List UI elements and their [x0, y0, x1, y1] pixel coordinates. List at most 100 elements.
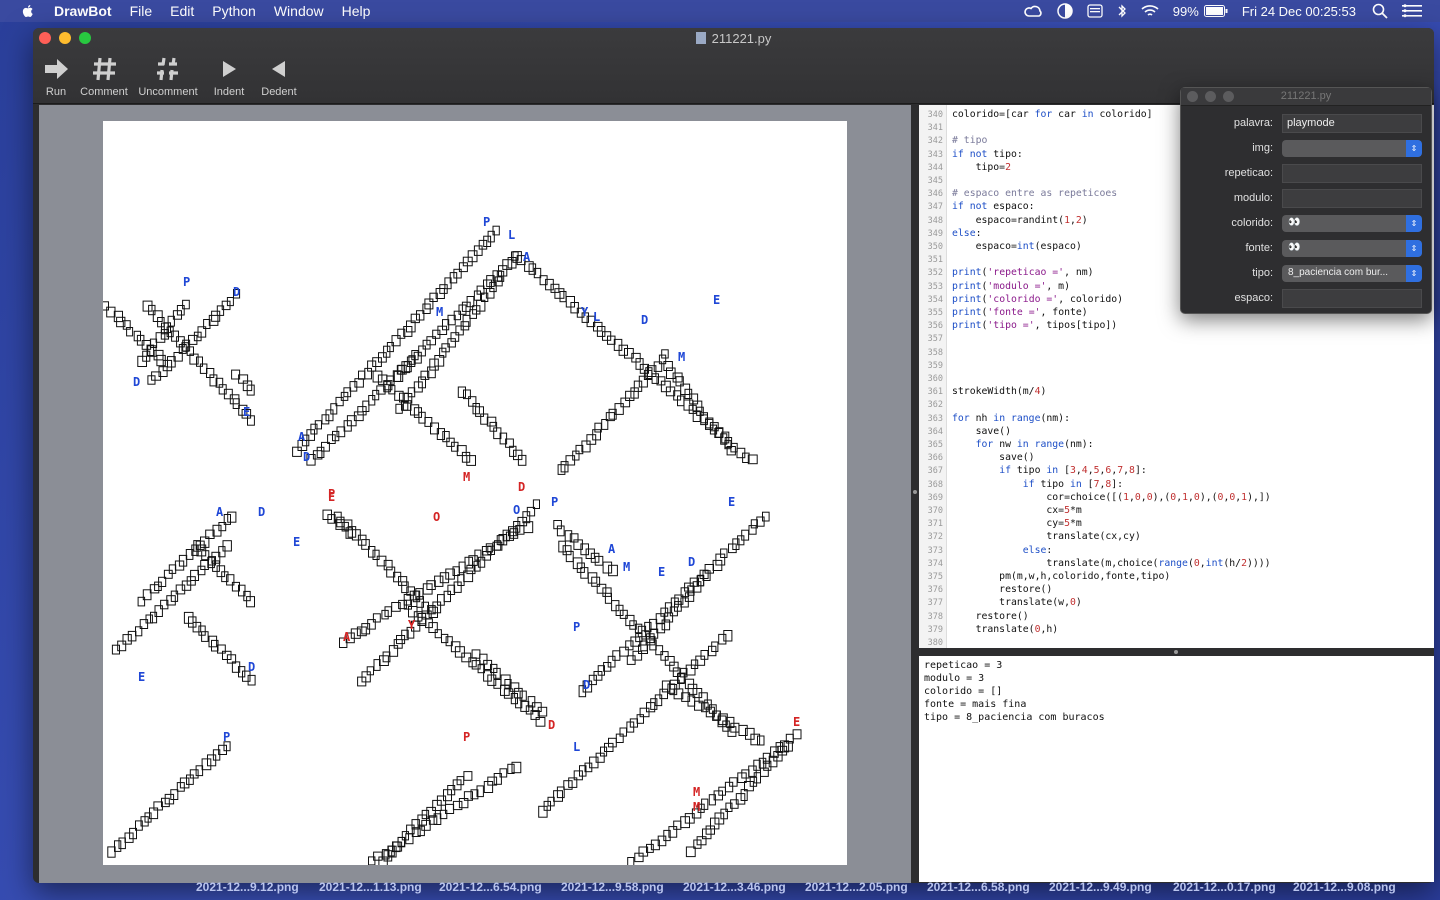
line-number: 358: [927, 347, 943, 358]
code-line[interactable]: 379 translate(0,h): [919, 623, 1434, 636]
uncomment-button[interactable]: Uncomment: [135, 52, 201, 98]
glyph-outline: [196, 356, 203, 367]
glyph-outline: [357, 406, 367, 416]
code-line[interactable]: 371 cy=5*m: [919, 517, 1434, 530]
code-line[interactable]: 376 restore(): [919, 583, 1434, 596]
artwork-letter: P: [483, 215, 490, 229]
horizontal-splitter[interactable]: [919, 648, 1434, 656]
code-line[interactable]: 366 save(): [919, 451, 1434, 464]
code-line[interactable]: 365 for nw in range(nm):: [919, 438, 1434, 451]
code-text: print('tipo =', tipos[tipo]): [952, 320, 1118, 332]
glyph-outline: [748, 525, 757, 535]
glyph-outline: [456, 776, 465, 786]
code-line[interactable]: 367 if tipo in [3,4,5,6,7,8]:: [919, 464, 1434, 477]
glyph-outline: [127, 630, 137, 642]
drawing-canvas[interactable]: PLAYMOPPDDEEEEEADELADMADPDMPDDLPAYMODDPE…: [103, 121, 847, 865]
img-popup[interactable]: ⇕: [1282, 140, 1422, 157]
dedent-button[interactable]: Dedent: [257, 52, 301, 98]
code-line[interactable]: 368 if tipo in [7,8]:: [919, 478, 1434, 491]
glyph-outline: [325, 409, 334, 422]
desktop-file-label[interactable]: 2021-12...9.58.png: [561, 880, 664, 894]
panel-label: palavra:: [1233, 117, 1273, 129]
code-line[interactable]: 362: [919, 398, 1434, 411]
line-number: 378: [927, 611, 943, 622]
code-line[interactable]: 370 cx=5*m: [919, 504, 1434, 517]
tipo-popup[interactable]: 8_paciencia com bur... ⇕: [1282, 265, 1422, 282]
code-line[interactable]: 372 translate(cx,cy): [919, 530, 1434, 543]
comment-button[interactable]: Comment: [77, 52, 131, 98]
glyph-outline: [321, 414, 330, 425]
preview-pane[interactable]: PLAYMOPPDDEEEEEADELADMADPDMPDDLPAYMODDPE…: [39, 105, 911, 883]
code-line[interactable]: 375 pm(m,w,h,colorido,fonte,tipo): [919, 570, 1434, 583]
menu-help[interactable]: Help: [342, 3, 371, 19]
desktop-file-label[interactable]: 2021-12...9.12.png: [196, 880, 299, 894]
wifi-icon[interactable]: [1141, 4, 1159, 18]
code-line[interactable]: 363 for nh in range(nm):: [919, 412, 1434, 425]
code-line[interactable]: 377 translate(w,0): [919, 596, 1434, 609]
fonte-popup[interactable]: 👀 ⇕: [1282, 240, 1422, 257]
code-line[interactable]: 378 restore(): [919, 610, 1434, 623]
code-line[interactable]: 373 else:: [919, 544, 1434, 557]
bluetooth-icon[interactable]: [1117, 3, 1127, 19]
menu-app-name[interactable]: DrawBot: [54, 3, 112, 19]
code-line[interactable]: 359: [919, 359, 1434, 372]
desktop-file-label[interactable]: 2021-12...2.05.png: [805, 880, 908, 894]
desktop-file-label[interactable]: 2021-12...9.49.png: [1049, 880, 1152, 894]
apple-icon[interactable]: [20, 3, 36, 19]
glyph-outline: [760, 767, 769, 777]
code-line[interactable]: 360: [919, 372, 1434, 385]
splitter-handle: [913, 490, 917, 494]
glyph-outline: [201, 758, 212, 771]
glyph-outline: [658, 354, 667, 365]
code-line[interactable]: 380: [919, 636, 1434, 648]
line-number: 363: [927, 413, 943, 424]
desktop-file-label[interactable]: 2021-12...1.13.png: [319, 880, 422, 894]
control-center-icon[interactable]: [1402, 4, 1422, 18]
clock[interactable]: Fri 24 Dec 00:25:53: [1242, 4, 1356, 19]
run-button[interactable]: Run: [39, 52, 73, 98]
colorido-popup[interactable]: 👀 ⇕: [1282, 215, 1422, 232]
creative-cloud-icon[interactable]: [1023, 4, 1043, 18]
code-line[interactable]: 361 strokeWidth(m/4): [919, 385, 1434, 398]
input-source-icon[interactable]: [1087, 4, 1103, 18]
artwork-letter: L: [573, 740, 580, 754]
desktop-file-label[interactable]: 2021-12...6.54.png: [439, 880, 542, 894]
menu-file[interactable]: File: [130, 3, 153, 19]
palavra-field[interactable]: playmode: [1282, 114, 1422, 133]
code-line[interactable]: 358: [919, 346, 1434, 359]
glyph-outline: [388, 645, 399, 657]
glyph-outline: [792, 729, 802, 740]
dark-mode-icon[interactable]: [1057, 3, 1073, 19]
espaco-field[interactable]: [1282, 289, 1422, 308]
desktop-file-label[interactable]: 2021-12...6.58.png: [927, 880, 1030, 894]
glyph-outline: [364, 367, 372, 380]
code-line[interactable]: 356 print('tipo =', tipos[tipo]): [919, 319, 1434, 332]
menu-window[interactable]: Window: [274, 3, 324, 19]
desktop-file-label[interactable]: 2021-12...9.08.png: [1293, 880, 1396, 894]
vertical-splitter[interactable]: [911, 105, 919, 883]
line-number: 352: [927, 268, 943, 279]
repeticao-field[interactable]: [1282, 164, 1422, 183]
battery-icon[interactable]: [1203, 5, 1228, 17]
output-console[interactable]: repeticao = 3 modulo = 3 colorido = [] f…: [919, 656, 1434, 882]
modulo-field[interactable]: [1282, 189, 1422, 208]
spotlight-search-icon[interactable]: [1372, 3, 1388, 19]
glyph-outline: [117, 640, 127, 652]
code-line[interactable]: 374 translate(m,choice(range(0,int(h/2))…: [919, 557, 1434, 570]
line-number: 375: [927, 572, 943, 582]
code-line[interactable]: 369 cor=choice([(1,0,0),(0,1,0),(0,0,1),…: [919, 491, 1434, 504]
glyph-outline: [171, 330, 179, 342]
comment-label: Comment: [80, 86, 128, 98]
code-line[interactable]: 357: [919, 332, 1434, 345]
artwork-letter: L: [593, 310, 600, 324]
glyph-outline: [480, 413, 489, 425]
artwork-letter: E: [658, 565, 665, 579]
desktop-file-label[interactable]: 2021-12...0.17.png: [1173, 880, 1276, 894]
menu-python[interactable]: Python: [212, 3, 256, 19]
code-line[interactable]: 364 save(): [919, 425, 1434, 438]
indent-button[interactable]: Indent: [205, 52, 253, 98]
panel-label: tipo:: [1252, 267, 1273, 279]
menu-edit[interactable]: Edit: [170, 3, 194, 19]
desktop-file-label[interactable]: 2021-12...3.46.png: [683, 880, 786, 894]
artwork-letter: Y: [581, 305, 589, 319]
